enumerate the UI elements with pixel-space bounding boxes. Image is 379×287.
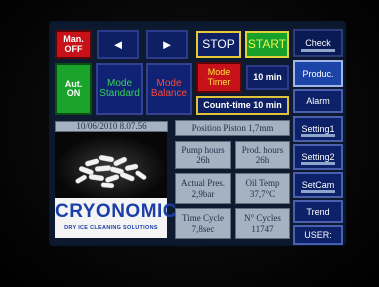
sidebar-item-label: Trend — [306, 206, 330, 217]
prod-hours-label: Prod. hours — [241, 144, 284, 155]
manual-off-line2: OFF — [64, 43, 83, 54]
time-cycle-panel: Time Cycle 7,8sec — [175, 208, 231, 239]
actual-pressure-value: 2,9bar — [191, 188, 215, 199]
time-cycle-value: 7,8sec — [191, 223, 215, 234]
sidebar-item-label: Alarm — [306, 96, 330, 106]
auto-on-button[interactable]: Aut. ON — [55, 63, 92, 115]
cycle-count-label: N° Cycles — [244, 213, 281, 224]
manual-off-button[interactable]: Man. OFF — [55, 30, 92, 59]
sidebar-item-check[interactable]: Check — [293, 29, 343, 57]
pump-hours-label: Pump hours — [181, 144, 225, 155]
setting2-indicator-bar — [301, 162, 335, 165]
mode-standard-line2: Standard — [99, 88, 140, 99]
start-label: START — [247, 37, 287, 52]
mode-standard-button[interactable]: Mode Standard — [96, 63, 143, 115]
sidebar-item-label: SetCam — [301, 180, 335, 190]
oil-temp-panel: Oil Temp 37,7°C — [235, 173, 290, 204]
sidebar-item-user[interactable]: USER: — [293, 225, 343, 245]
stop-button[interactable]: STOP — [196, 31, 241, 58]
sidebar-item-label: Setting2 — [301, 152, 335, 162]
pump-hours-value: 26h — [196, 155, 210, 165]
oil-temp-value: 37,7°C — [249, 188, 276, 199]
sidebar-item-label: Check — [305, 38, 331, 48]
sidebar-item-trend[interactable]: Trend — [293, 200, 343, 223]
prod-hours-value: 26h — [255, 155, 270, 165]
prod-hours-panel: Prod. hours 26h — [235, 141, 290, 169]
sidebar-item-alarm[interactable]: Alarm — [293, 89, 343, 113]
dry-ice-pellets-graphic — [55, 132, 167, 198]
datetime-display: 10/06/2010 8.07.56 — [55, 121, 168, 132]
sidebar-item-label: USER: — [304, 230, 332, 240]
sidebar-item-setting2[interactable]: Setting2 — [293, 144, 343, 170]
timer-value-button[interactable]: 10 min — [246, 65, 289, 90]
oil-temp-label: Oil Temp — [245, 178, 280, 189]
timer-value-label: 10 min — [253, 71, 282, 82]
mode-balance-button[interactable]: Mode Balance — [146, 63, 192, 115]
sidebar-item-setcam[interactable]: SetCam — [293, 172, 343, 198]
hmi-screen: Man. OFF ◄ ► STOP START Aut. ON Mode Sta… — [49, 21, 346, 246]
start-button[interactable]: START — [245, 31, 289, 58]
pump-hours-panel: Pump hours 26h — [175, 141, 231, 169]
cycle-count-panel: N° Cycles 11747 — [235, 208, 290, 239]
next-button[interactable]: ► — [146, 30, 188, 59]
count-time-label: Count-time 10 min — [203, 99, 282, 110]
logo-wordmark: CRYONOMIC — [55, 201, 178, 222]
previous-button[interactable]: ◄ — [97, 30, 139, 59]
left-arrow-icon: ◄ — [111, 36, 125, 52]
datetime-value: 10/06/2010 8.07.56 — [76, 121, 147, 132]
cycle-count-value: 11747 — [251, 223, 274, 234]
sidebar-item-production[interactable]: Produc. — [293, 60, 343, 87]
mode-balance-line2: Balance — [150, 88, 188, 99]
dry-ice-pellets-image — [55, 132, 167, 198]
setcam-indicator-bar — [301, 190, 335, 193]
mode-timer-button[interactable]: Mode Timer — [196, 62, 242, 93]
setting1-indicator-bar — [301, 134, 335, 137]
auto-on-line2: ON — [66, 88, 81, 98]
sidebar-item-setting1[interactable]: Setting1 — [293, 116, 343, 142]
logo-tagline: DRY ICE CLEANING SOLUTIONS — [64, 225, 158, 231]
sidebar-item-label: Produc. — [302, 68, 334, 79]
actual-pressure-label: Actual Pres. — [181, 178, 225, 189]
actual-pressure-panel: Actual Pres. 2,9bar — [175, 173, 231, 204]
position-piston-display: Position Piston 1,7mm — [175, 120, 290, 136]
stop-label: STOP — [202, 37, 235, 52]
mode-timer-line2: Timer — [207, 76, 231, 87]
count-time-button[interactable]: Count-time 10 min — [196, 96, 289, 115]
check-indicator-bar — [301, 49, 335, 52]
cryonomic-logo: CRYONOMIC DRY ICE CLEANING SOLUTIONS — [55, 198, 178, 238]
right-arrow-icon: ► — [160, 36, 174, 52]
sidebar-item-label: Setting1 — [301, 124, 335, 134]
position-piston-value: Position Piston 1,7mm — [191, 122, 274, 133]
time-cycle-label: Time Cycle — [182, 213, 224, 224]
